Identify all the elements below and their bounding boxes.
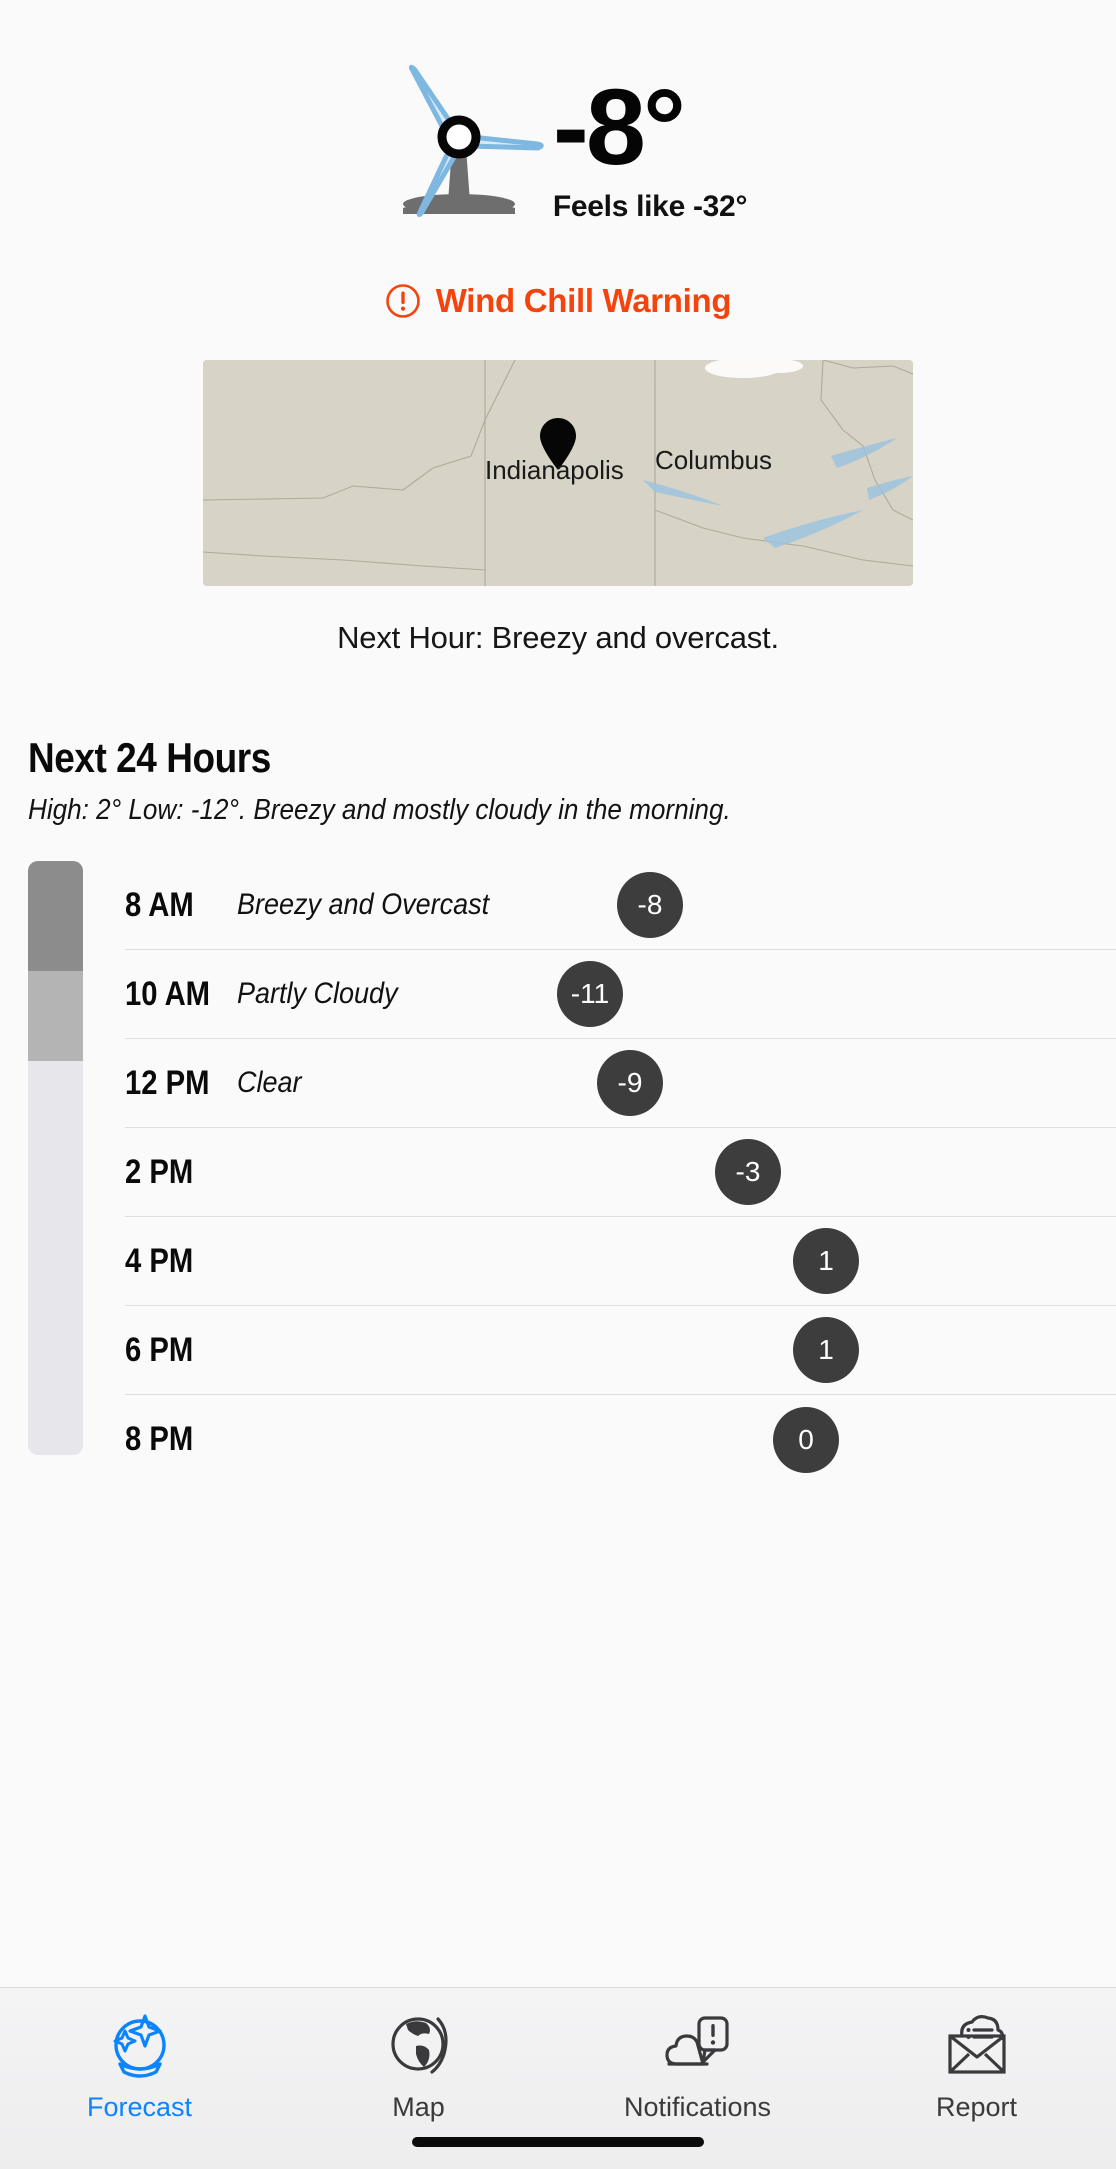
hour-temperature-badge: -8 — [617, 872, 683, 938]
hour-time: 8 PM — [125, 1420, 194, 1458]
globe-icon — [382, 2010, 456, 2082]
hour-time: 12 PM — [125, 1063, 210, 1102]
scrollbar-segment-light — [28, 1061, 83, 1455]
feels-like-label: Feels like -32° — [552, 190, 748, 224]
hour-temperature-badge: 1 — [793, 1228, 859, 1294]
hour-condition: Clear — [237, 1066, 302, 1099]
hour-time: 8 AM — [125, 885, 194, 924]
hour-time: 2 PM — [125, 1152, 194, 1191]
scrollbar-segment-mid — [28, 971, 83, 1061]
tab-label-map: Map — [392, 2092, 445, 2122]
table-row[interactable]: 8 AM Breezy and Overcast -8 — [125, 861, 1116, 950]
tab-label-report: Report — [935, 2092, 1018, 2122]
map-label-columbus: Columbus — [655, 445, 773, 475]
tab-report[interactable]: Report — [837, 2010, 1116, 2123]
hour-temperature-badge: -11 — [557, 961, 623, 1027]
weather-alert-text: Wind Chill Warning — [435, 282, 732, 319]
radar-map[interactable]: Indianapolis Columbus — [203, 360, 913, 586]
tab-label-notifications: Notifications — [623, 2092, 772, 2122]
tab-label-forecast: Forecast — [86, 2092, 193, 2122]
hourly-rows: 8 AM Breezy and Overcast -8 10 AM Partly… — [125, 861, 1116, 1484]
cloud-alert-icon — [661, 2010, 735, 2082]
windmill-icon — [369, 62, 549, 232]
crystal-ball-icon — [103, 2010, 177, 2082]
section-title: Next 24 Hours — [28, 734, 271, 781]
weather-alert-banner[interactable]: Wind Chill Warning — [0, 282, 1116, 320]
temperature-group: -8° Feels like -32° — [552, 65, 748, 225]
hour-condition: Partly Cloudy — [237, 977, 398, 1010]
scrollbar-segment-dark — [28, 861, 83, 971]
current-conditions: -8° Feels like -32° — [0, 0, 1116, 232]
table-row[interactable]: 10 AM Partly Cloudy -11 — [125, 950, 1116, 1039]
hourly-forecast-list: 8 AM Breezy and Overcast -8 10 AM Partly… — [0, 861, 1116, 1484]
table-row[interactable]: 2 PM -3 — [125, 1128, 1116, 1217]
exclamation-circle-icon — [385, 283, 421, 319]
hour-time: 4 PM — [125, 1241, 194, 1280]
envelope-cloud-icon — [940, 2010, 1014, 2082]
hour-temperature-badge: 1 — [793, 1317, 859, 1383]
hour-temperature-badge: 0 — [773, 1406, 839, 1473]
table-row[interactable]: 6 PM 1 — [125, 1306, 1116, 1395]
current-temperature: -8° — [552, 65, 686, 187]
tab-forecast[interactable]: Forecast — [0, 2010, 279, 2123]
table-row[interactable]: 4 PM 1 — [125, 1217, 1116, 1306]
hourly-scrollbar[interactable] — [28, 861, 83, 1455]
tab-notifications[interactable]: Notifications — [558, 2010, 837, 2123]
hour-time: 10 AM — [125, 974, 211, 1013]
hour-temperature-badge: -3 — [715, 1139, 781, 1205]
section-summary: High: 2° Low: -12°. Breezy and mostly cl… — [28, 794, 731, 826]
table-row[interactable]: 12 PM Clear -9 — [125, 1039, 1116, 1128]
table-row[interactable]: 8 PM 0 — [125, 1395, 1116, 1484]
map-label-indianapolis: Indianapolis — [485, 455, 624, 485]
weather-app-screen: -8° Feels like -32° Wind Chill Warning I… — [0, 0, 1116, 2169]
home-indicator — [412, 2137, 704, 2147]
next-hour-summary: Next Hour: Breezy and overcast. — [337, 620, 779, 655]
next-24-hours-section: Next 24 Hours High: 2° Low: -12°. Breezy… — [0, 734, 1116, 827]
hour-condition: Breezy and Overcast — [237, 888, 490, 921]
tab-map[interactable]: Map — [279, 2010, 558, 2123]
hour-time: 6 PM — [125, 1330, 194, 1369]
hour-temperature-badge: -9 — [597, 1050, 663, 1116]
